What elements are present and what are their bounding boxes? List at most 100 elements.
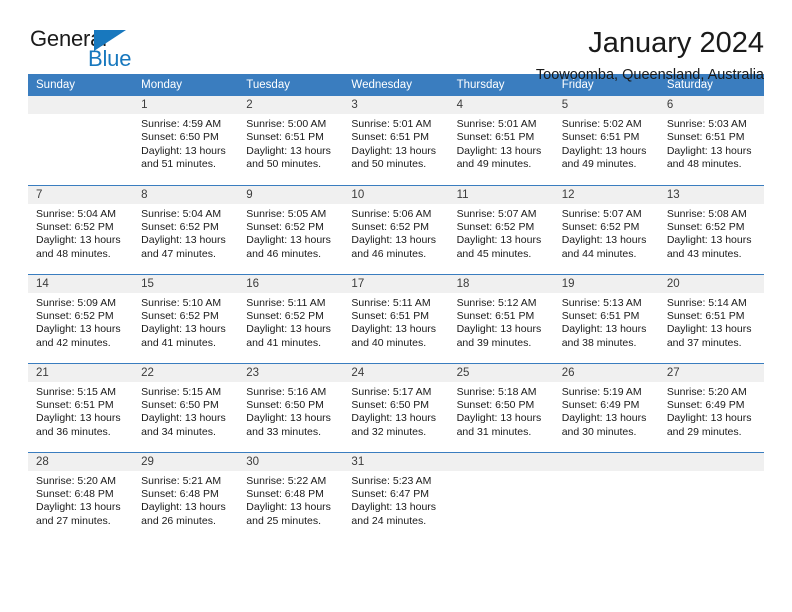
day-details: Sunrise: 5:04 AM Sunset: 6:52 PM Daylight:… bbox=[28, 204, 133, 262]
day-number: 28 bbox=[28, 452, 134, 471]
day-detail-line: Daylight: 13 hours bbox=[351, 144, 437, 157]
calendar-day-cell[interactable]: 26 Sunrise: 5:19 AM Sunset: 6:49 PM Dayligh… bbox=[553, 362, 659, 452]
day-detail-line: Sunset: 6:52 PM bbox=[246, 220, 324, 233]
day-detail-line: Daylight: 13 hours bbox=[36, 501, 121, 514]
day-detail-line: Daylight: 13 hours bbox=[666, 323, 752, 336]
day-number: 1 bbox=[133, 96, 239, 114]
calendar-day-cell[interactable]: 8 Sunrise: 5:04 AM Sunset: 6:52 PM Daylight… bbox=[133, 184, 239, 274]
day-number: 11 bbox=[448, 185, 554, 204]
calendar-day-cell[interactable]: 3 Sunrise: 5:01 AM Sunset: 6:51 PM Daylight… bbox=[343, 96, 449, 185]
day-detail-line: and 33 minutes. bbox=[246, 425, 321, 438]
day-detail-line: Sunrise: 5:07 AM bbox=[456, 207, 537, 220]
calendar-day-cell[interactable]: 2 Sunrise: 5:00 AM Sunset: 6:51 PM Daylight… bbox=[238, 96, 344, 185]
calendar-day-cell[interactable]: 16 Sunrise: 5:11 AM Sunset: 6:52 PM Dayligh… bbox=[238, 273, 344, 363]
day-number: 5 bbox=[553, 96, 659, 114]
day-detail-line: Sunrise: 5:01 AM bbox=[351, 118, 432, 130]
day-detail-line: and 41 minutes. bbox=[246, 336, 321, 349]
day-detail-line: Daylight: 13 hours bbox=[561, 144, 647, 157]
calendar-day-cell[interactable]: 13 Sunrise: 5:08 AM Sunset: 6:52 PM Dayligh… bbox=[658, 184, 764, 274]
day-details bbox=[28, 114, 133, 118]
day-detail-line: Sunset: 6:48 PM bbox=[141, 487, 219, 500]
day-number bbox=[658, 452, 764, 471]
calendar-day-cell[interactable]: 15 Sunrise: 5:10 AM Sunset: 6:52 PM Dayligh… bbox=[133, 273, 239, 363]
day-detail-line: Sunrise: 5:13 AM bbox=[561, 296, 642, 309]
day-details: Sunrise: 5:07 AM Sunset: 6:52 PM Daylight:… bbox=[449, 204, 554, 262]
weekday-header-monday: Monday bbox=[133, 74, 239, 96]
day-detail-line: and 51 minutes. bbox=[141, 158, 216, 171]
day-detail-line: and 36 minutes. bbox=[36, 425, 111, 438]
brand-logo[interactable]: General Blue bbox=[28, 26, 158, 74]
calendar-day-cell[interactable]: 14 Sunrise: 5:09 AM Sunset: 6:52 PM Dayligh… bbox=[28, 273, 134, 363]
day-detail-line: Sunset: 6:51 PM bbox=[246, 131, 324, 144]
day-number: 31 bbox=[343, 452, 449, 471]
day-detail-line: Sunrise: 5:09 AM bbox=[36, 296, 116, 309]
day-detail-line: Sunset: 6:49 PM bbox=[666, 398, 745, 411]
day-detail-line: Sunrise: 5:17 AM bbox=[351, 385, 432, 398]
calendar-day-cell[interactable]: 4 Sunrise: 5:01 AM Sunset: 6:51 PM Daylight… bbox=[448, 96, 554, 185]
day-number: 16 bbox=[238, 274, 344, 293]
day-detail-line: Sunrise: 5:02 AM bbox=[561, 118, 642, 130]
day-detail-line: Sunrise: 5:16 AM bbox=[246, 385, 327, 398]
calendar-day-cell[interactable]: 20 Sunrise: 5:14 AM Sunset: 6:51 PM Dayligh… bbox=[658, 273, 764, 363]
day-detail-line: Daylight: 13 hours bbox=[36, 412, 121, 425]
day-number bbox=[553, 452, 659, 471]
day-details: Sunrise: 5:23 AM Sunset: 6:47 PM Daylight:… bbox=[343, 471, 448, 529]
day-number: 19 bbox=[553, 274, 659, 293]
day-number: 17 bbox=[343, 274, 449, 293]
day-details: Sunrise: 5:15 AM Sunset: 6:50 PM Daylight:… bbox=[133, 382, 238, 440]
calendar-day-cell[interactable]: 21 Sunrise: 5:15 AM Sunset: 6:51 PM Dayligh… bbox=[28, 362, 134, 452]
day-detail-line: Sunset: 6:50 PM bbox=[351, 398, 430, 411]
day-details: Sunrise: 5:12 AM Sunset: 6:51 PM Daylight:… bbox=[449, 293, 554, 351]
day-detail-line: Sunrise: 5:22 AM bbox=[246, 474, 327, 487]
calendar-day-cell[interactable]: 23 Sunrise: 5:16 AM Sunset: 6:50 PM Dayligh… bbox=[238, 362, 344, 452]
calendar-day-cell[interactable]: 5 Sunrise: 5:02 AM Sunset: 6:51 PM Daylight… bbox=[553, 96, 659, 185]
calendar-day-cell[interactable]: 7 Sunrise: 5:04 AM Sunset: 6:52 PM Daylight… bbox=[28, 184, 134, 274]
day-number: 7 bbox=[28, 185, 134, 204]
day-detail-line: Daylight: 13 hours bbox=[141, 501, 226, 514]
calendar-day-cell[interactable]: 19 Sunrise: 5:13 AM Sunset: 6:51 PM Dayligh… bbox=[553, 273, 659, 363]
calendar-week-row: 7 Sunrise: 5:04 AM Sunset: 6:52 PM Daylight… bbox=[28, 184, 764, 274]
day-detail-line: and 50 minutes. bbox=[351, 158, 427, 171]
calendar-day-cell[interactable]: 29 Sunrise: 5:21 AM Sunset: 6:48 PM Dayligh… bbox=[133, 451, 239, 541]
day-detail-line: and 31 minutes. bbox=[456, 425, 532, 438]
calendar-day-cell[interactable]: 17 Sunrise: 5:11 AM Sunset: 6:51 PM Dayligh… bbox=[343, 273, 449, 363]
day-detail-line: Sunset: 6:52 PM bbox=[36, 309, 114, 322]
calendar-day-cell-empty bbox=[553, 451, 659, 541]
calendar-day-cell[interactable]: 1 Sunrise: 4:59 AM Sunset: 6:50 PM Daylight… bbox=[133, 96, 239, 185]
day-details bbox=[554, 471, 659, 475]
calendar-day-cell[interactable]: 25 Sunrise: 5:18 AM Sunset: 6:50 PM Dayligh… bbox=[448, 362, 554, 452]
day-number: 8 bbox=[133, 185, 239, 204]
calendar-day-cell[interactable]: 11 Sunrise: 5:07 AM Sunset: 6:52 PM Dayligh… bbox=[448, 184, 554, 274]
calendar-day-cell-empty bbox=[658, 451, 764, 541]
day-details: Sunrise: 5:11 AM Sunset: 6:52 PM Daylight:… bbox=[238, 293, 343, 351]
day-detail-line: and 41 minutes. bbox=[141, 336, 216, 349]
day-detail-line: Sunset: 6:52 PM bbox=[141, 309, 219, 322]
calendar-day-cell[interactable]: 10 Sunrise: 5:06 AM Sunset: 6:52 PM Dayligh… bbox=[343, 184, 449, 274]
calendar-day-cell[interactable]: 24 Sunrise: 5:17 AM Sunset: 6:50 PM Dayligh… bbox=[343, 362, 449, 452]
calendar-day-cell[interactable]: 31 Sunrise: 5:23 AM Sunset: 6:47 PM Dayligh… bbox=[343, 451, 449, 541]
calendar-day-cell[interactable]: 12 Sunrise: 5:07 AM Sunset: 6:52 PM Dayligh… bbox=[553, 184, 659, 274]
calendar-day-cell[interactable]: 9 Sunrise: 5:05 AM Sunset: 6:52 PM Daylight… bbox=[238, 184, 344, 274]
day-detail-line: and 46 minutes. bbox=[351, 247, 427, 260]
calendar-day-cell[interactable]: 27 Sunrise: 5:20 AM Sunset: 6:49 PM Dayligh… bbox=[658, 362, 764, 452]
day-number: 2 bbox=[238, 96, 344, 114]
day-number: 3 bbox=[343, 96, 449, 114]
calendar-day-cell[interactable]: 6 Sunrise: 5:03 AM Sunset: 6:51 PM Daylight… bbox=[658, 96, 764, 185]
day-number bbox=[28, 96, 134, 114]
calendar-day-cell[interactable]: 22 Sunrise: 5:15 AM Sunset: 6:50 PM Dayligh… bbox=[133, 362, 239, 452]
day-details: Sunrise: 5:11 AM Sunset: 6:51 PM Daylight:… bbox=[343, 293, 448, 351]
day-detail-line: Sunset: 6:52 PM bbox=[351, 220, 430, 233]
day-detail-line: Sunset: 6:51 PM bbox=[456, 131, 535, 144]
day-detail-line: Sunrise: 5:23 AM bbox=[351, 474, 432, 487]
day-details: Sunrise: 5:09 AM Sunset: 6:52 PM Daylight:… bbox=[28, 293, 133, 351]
calendar-day-cell[interactable]: 30 Sunrise: 5:22 AM Sunset: 6:48 PM Dayligh… bbox=[238, 451, 344, 541]
calendar-day-cell[interactable]: 18 Sunrise: 5:12 AM Sunset: 6:51 PM Dayligh… bbox=[448, 273, 554, 363]
calendar-day-cell[interactable]: 28 Sunrise: 5:20 AM Sunset: 6:48 PM Dayligh… bbox=[28, 451, 134, 541]
day-detail-line: Sunset: 6:52 PM bbox=[141, 220, 219, 233]
day-details: Sunrise: 5:20 AM Sunset: 6:48 PM Daylight:… bbox=[28, 471, 133, 529]
day-details: Sunrise: 5:10 AM Sunset: 6:52 PM Daylight:… bbox=[133, 293, 238, 351]
day-detail-line: Daylight: 13 hours bbox=[666, 234, 752, 247]
day-detail-line: Sunset: 6:51 PM bbox=[561, 131, 640, 144]
day-detail-line: Sunset: 6:50 PM bbox=[246, 398, 324, 411]
brand-name-blue: Blue bbox=[88, 46, 132, 71]
